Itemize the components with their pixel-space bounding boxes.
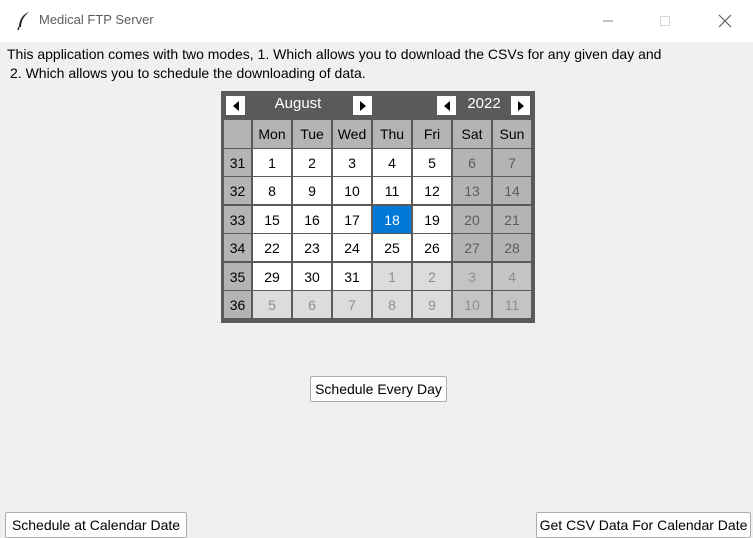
week-number-corner [224,120,251,148]
day-cell[interactable]: 10 [333,177,371,204]
day-cell[interactable]: 3 [453,263,491,290]
get-csv-data-button[interactable]: Get CSV Data For Calendar Date [536,512,751,538]
day-cell[interactable]: 7 [333,291,371,318]
selected-day-cell[interactable]: 18 [373,206,411,233]
day-cell[interactable]: 14 [493,177,531,204]
window-title: Medical FTP Server [39,12,154,27]
weekday-header: Thu [373,120,411,148]
weekday-header: Sat [453,120,491,148]
day-cell[interactable]: 5 [253,291,291,318]
week-number: 31 [224,149,251,176]
description-line-2: 2. Which allows you to schedule the down… [10,65,366,81]
day-cell[interactable]: 3 [333,149,371,176]
weekday-header: Sun [493,120,531,148]
schedule-at-calendar-date-button[interactable]: Schedule at Calendar Date [5,512,187,538]
calendar-header: August 2022 [221,91,535,120]
day-cell[interactable]: 28 [493,234,531,261]
schedule-every-day-button[interactable]: Schedule Every Day [310,376,447,402]
close-button[interactable] [697,0,753,42]
arrow-left-icon [443,100,450,111]
day-cell[interactable]: 20 [453,206,491,233]
year-label: 2022 [467,95,501,112]
day-cell[interactable]: 11 [493,291,531,318]
day-cell[interactable]: 29 [253,263,291,290]
title-bar[interactable]: Medical FTP Server [0,0,753,42]
app-window: Medical FTP Server This application come… [0,0,753,538]
feather-icon [17,12,29,31]
description-text: This application comes with two modes, 1… [7,45,747,83]
next-month-button[interactable] [353,96,372,115]
minimize-button[interactable] [580,0,636,42]
day-cell[interactable]: 24 [333,234,371,261]
day-cell[interactable]: 12 [413,177,451,204]
day-cell[interactable]: 16 [293,206,331,233]
calendar-widget: August 2022 Mon Tue Wed Thu Fri Sat Sun 31 1 2 3 4 5… [221,91,535,323]
day-cell[interactable]: 4 [373,149,411,176]
day-cell[interactable]: 1 [373,263,411,290]
day-cell[interactable]: 25 [373,234,411,261]
day-cell[interactable]: 10 [453,291,491,318]
day-cell[interactable]: 4 [493,263,531,290]
weekday-header: Wed [333,120,371,148]
arrow-left-icon [232,100,239,111]
day-cell[interactable]: 8 [373,291,411,318]
arrow-right-icon [359,100,366,111]
week-number: 36 [224,291,251,318]
day-cell[interactable]: 21 [493,206,531,233]
day-cell[interactable]: 11 [373,177,411,204]
day-cell[interactable]: 9 [413,291,451,318]
close-icon [718,14,732,28]
day-cell[interactable]: 15 [253,206,291,233]
weekday-header: Fri [413,120,451,148]
day-cell[interactable]: 13 [453,177,491,204]
day-cell[interactable]: 19 [413,206,451,233]
day-cell[interactable]: 27 [453,234,491,261]
day-cell[interactable]: 2 [293,149,331,176]
maximize-button[interactable] [637,0,693,42]
week-number: 33 [224,206,251,233]
day-cell[interactable]: 17 [333,206,371,233]
minimize-icon [603,20,613,22]
day-cell[interactable]: 5 [413,149,451,176]
day-cell[interactable]: 30 [293,263,331,290]
description-line-1: This application comes with two modes, 1… [7,46,662,62]
day-cell[interactable]: 2 [413,263,451,290]
day-cell[interactable]: 9 [293,177,331,204]
prev-month-button[interactable] [226,96,245,115]
week-number: 32 [224,177,251,204]
prev-year-button[interactable] [437,96,456,115]
weekday-header: Mon [253,120,291,148]
week-number: 34 [224,234,251,261]
day-cell[interactable]: 26 [413,234,451,261]
day-cell[interactable]: 7 [493,149,531,176]
day-cell[interactable]: 31 [333,263,371,290]
maximize-icon [660,16,670,26]
next-year-button[interactable] [511,96,530,115]
day-cell[interactable]: 8 [253,177,291,204]
day-cell[interactable]: 6 [293,291,331,318]
day-cell[interactable]: 22 [253,234,291,261]
weekday-header: Tue [293,120,331,148]
day-cell[interactable]: 6 [453,149,491,176]
day-cell[interactable]: 1 [253,149,291,176]
month-label: August [274,95,322,112]
day-cell[interactable]: 23 [293,234,331,261]
week-number: 35 [224,263,251,290]
arrow-right-icon [517,100,524,111]
